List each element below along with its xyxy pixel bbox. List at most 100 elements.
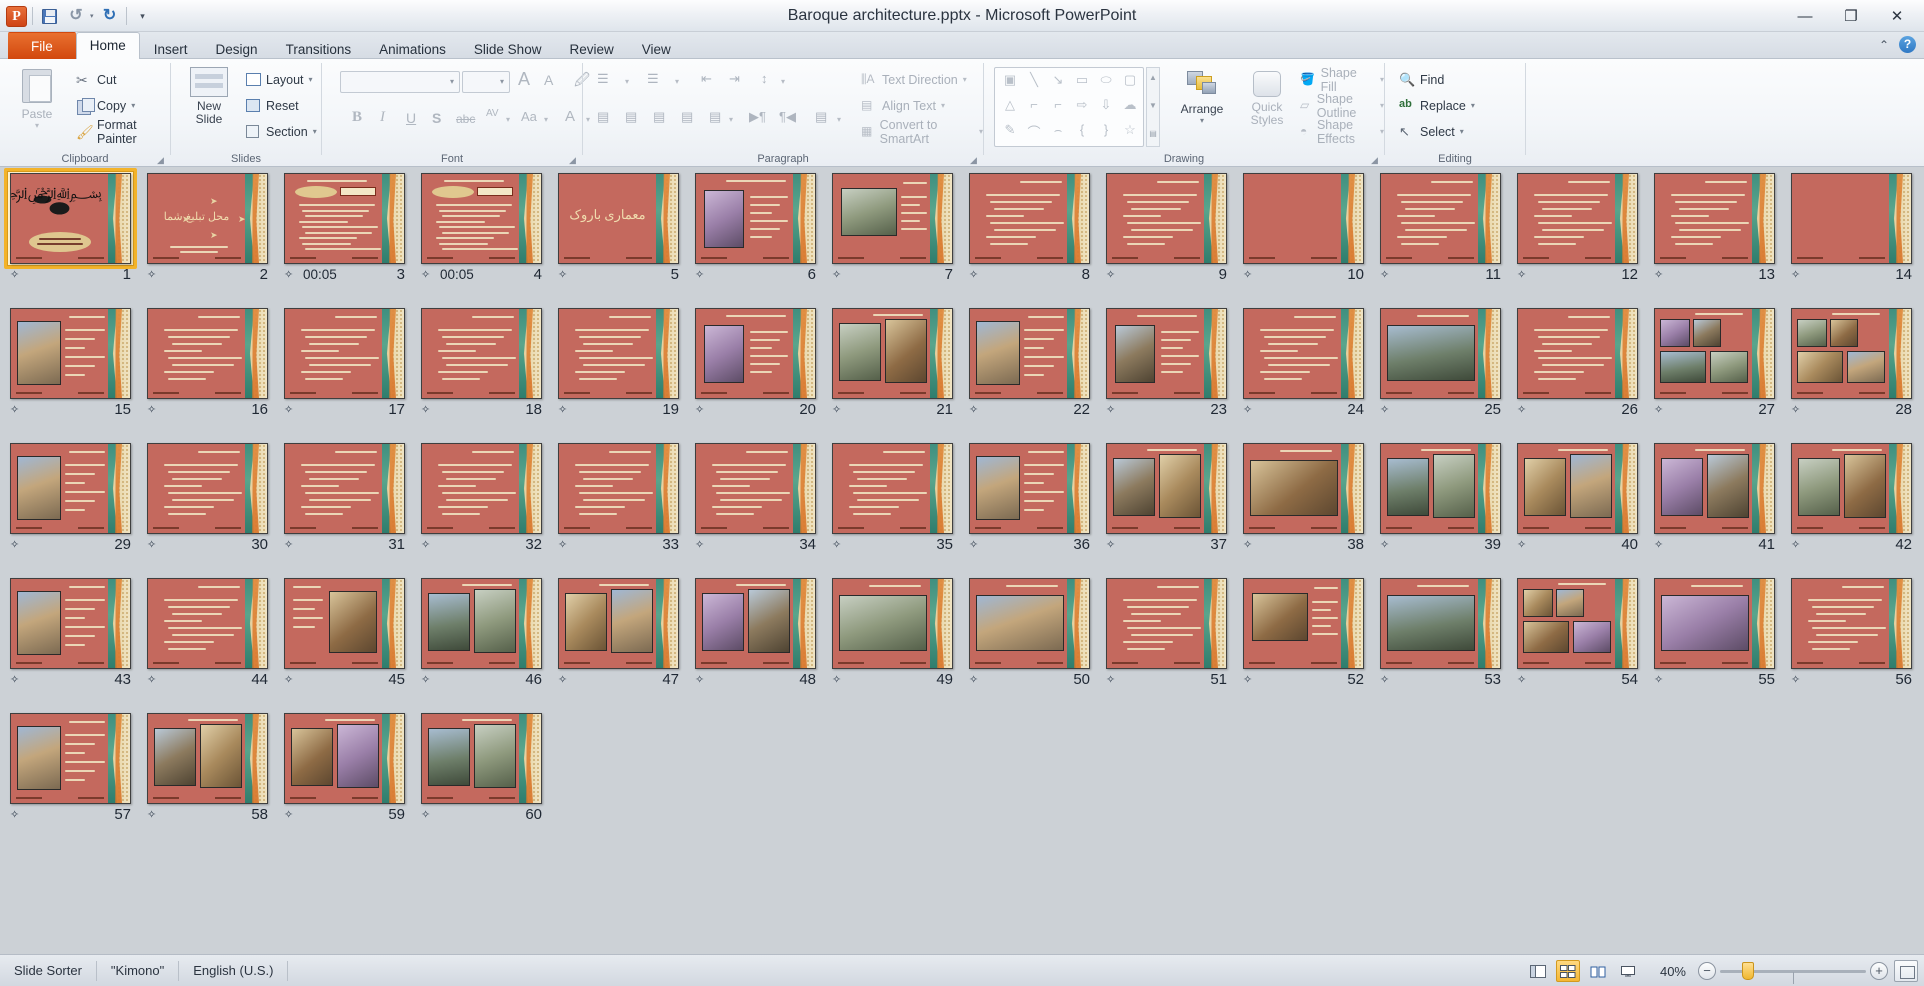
slide-thumbnail[interactable] bbox=[1243, 308, 1364, 399]
paste-dropdown-icon[interactable]: ▾ bbox=[6, 121, 68, 130]
slide-thumbnail[interactable] bbox=[1654, 443, 1775, 534]
shape-down-arrow-icon[interactable]: ⇩ bbox=[1095, 97, 1117, 113]
font-name-dropdown-icon[interactable]: ▾ bbox=[450, 77, 454, 86]
slide-cell[interactable]: ✧ 14 bbox=[1783, 173, 1920, 308]
slide-cell[interactable]: ✧ 10 bbox=[1235, 173, 1372, 308]
transition-star-icon[interactable]: ✧ bbox=[969, 674, 985, 687]
columns-dropdown-icon[interactable]: ▾ bbox=[729, 115, 733, 124]
slide-cell[interactable]: ✧ 60 bbox=[413, 713, 550, 848]
slide-thumbnail[interactable] bbox=[147, 308, 268, 399]
transition-star-icon[interactable]: ✧ bbox=[558, 539, 574, 552]
slide-sorter-canvas[interactable]: ﷽✧1محل تبلیغ شما➤➤➤➤✧2✧00:053✧00:054معما… bbox=[0, 167, 1924, 954]
copy-dropdown-icon[interactable]: ▾ bbox=[131, 101, 135, 110]
line-spacing-button[interactable]: ↕ bbox=[761, 71, 768, 86]
character-spacing-button[interactable]: AV bbox=[486, 108, 499, 119]
slide-thumbnail[interactable] bbox=[10, 443, 131, 534]
slide-cell[interactable]: ✧ 28 bbox=[1783, 308, 1920, 443]
zoom-in-button[interactable]: + bbox=[1870, 962, 1888, 980]
slide-cell[interactable]: ✧ 27 bbox=[1646, 308, 1783, 443]
tab-animations[interactable]: Animations bbox=[365, 36, 460, 61]
slide-cell[interactable]: ﷽✧1 bbox=[2, 168, 139, 308]
transition-star-icon[interactable]: ✧ bbox=[969, 539, 985, 552]
slide-thumbnail[interactable] bbox=[695, 308, 816, 399]
section-button[interactable]: Section ▾ bbox=[245, 121, 317, 142]
slide-thumbnail[interactable] bbox=[1380, 308, 1501, 399]
transition-star-icon[interactable]: ✧ bbox=[284, 809, 300, 822]
section-dropdown-icon[interactable]: ▾ bbox=[313, 127, 317, 136]
font-color-button[interactable]: A bbox=[565, 108, 575, 125]
transition-star-icon[interactable]: ✧ bbox=[1243, 269, 1259, 282]
font-size-input[interactable]: ▾ bbox=[462, 71, 510, 93]
minimize-button[interactable]: — bbox=[1782, 2, 1828, 30]
theme-name-label[interactable]: "Kimono" bbox=[97, 961, 180, 981]
clipboard-dialog-launcher[interactable]: ◢ bbox=[157, 155, 166, 165]
transition-star-icon[interactable]: ✧ bbox=[695, 674, 711, 687]
slide-thumbnail[interactable] bbox=[1243, 173, 1364, 264]
slide-cell[interactable]: ✧ 38 bbox=[1235, 443, 1372, 578]
transition-star-icon[interactable]: ✧ bbox=[147, 404, 163, 417]
transition-star-icon[interactable]: ✧ bbox=[558, 404, 574, 417]
transition-star-icon[interactable]: ✧ bbox=[969, 269, 985, 282]
slide-show-view-button[interactable] bbox=[1616, 960, 1640, 982]
shape-triangle-icon[interactable]: △ bbox=[999, 97, 1021, 113]
italic-button[interactable]: I bbox=[380, 109, 385, 126]
transition-star-icon[interactable]: ✧ bbox=[1517, 404, 1533, 417]
slide-cell[interactable]: ✧ 42 bbox=[1783, 443, 1920, 578]
shape-effects-button[interactable]: ◓ Shape Effects ▾ bbox=[1300, 118, 1384, 146]
slide-thumbnail[interactable] bbox=[1791, 308, 1912, 399]
font-name-input[interactable]: ▾ bbox=[340, 71, 460, 93]
transition-star-icon[interactable]: ✧ bbox=[1106, 674, 1122, 687]
zoom-slider-handle[interactable] bbox=[1742, 962, 1754, 980]
tab-review[interactable]: Review bbox=[555, 36, 627, 61]
text-shadow-button[interactable]: S bbox=[432, 110, 441, 126]
slide-cell[interactable]: ✧ 9 bbox=[1098, 173, 1235, 308]
slide-thumbnail[interactable] bbox=[421, 443, 542, 534]
slide-cell[interactable]: ✧ 32 bbox=[413, 443, 550, 578]
fit-slide-to-window-button[interactable] bbox=[1894, 960, 1918, 982]
slide-cell[interactable]: ✧ 41 bbox=[1646, 443, 1783, 578]
slide-thumbnail[interactable] bbox=[832, 443, 953, 534]
slide-cell[interactable]: ✧ 40 bbox=[1509, 443, 1646, 578]
align-left-button[interactable]: ▤ bbox=[597, 109, 609, 125]
shape-line-icon[interactable]: ╲ bbox=[1023, 72, 1045, 88]
transition-star-icon[interactable]: ✧ bbox=[1654, 539, 1670, 552]
slide-cell[interactable]: ✧ 26 bbox=[1509, 308, 1646, 443]
slide-thumbnail[interactable] bbox=[969, 308, 1090, 399]
slide-thumbnail[interactable] bbox=[695, 578, 816, 669]
transition-star-icon[interactable]: ✧ bbox=[832, 404, 848, 417]
slide-thumbnail[interactable] bbox=[969, 578, 1090, 669]
transition-star-icon[interactable]: ✧ bbox=[10, 539, 26, 552]
shape-textbox-icon[interactable]: ▣ bbox=[999, 72, 1021, 88]
columns-button[interactable]: ▤ bbox=[709, 109, 721, 125]
slide-thumbnail[interactable] bbox=[284, 713, 405, 804]
shape-rectangle-icon[interactable]: ▭ bbox=[1071, 72, 1093, 88]
slide-cell[interactable]: ✧ 52 bbox=[1235, 578, 1372, 713]
text-direction-button[interactable]: ⫼A Text Direction ▾ bbox=[861, 69, 967, 90]
slide-thumbnail[interactable]: محل تبلیغ شما ➤ ➤ ➤ ➤ bbox=[147, 173, 268, 264]
shape-right-brace-icon[interactable]: } bbox=[1095, 122, 1117, 137]
slide-thumbnail[interactable] bbox=[1654, 308, 1775, 399]
bold-button[interactable]: B bbox=[352, 109, 362, 126]
slide-thumbnail[interactable] bbox=[695, 173, 816, 264]
slide-thumbnail[interactable] bbox=[558, 578, 679, 669]
transition-star-icon[interactable]: ✧ bbox=[1654, 674, 1670, 687]
slide-thumbnail[interactable] bbox=[421, 578, 542, 669]
transition-star-icon[interactable]: ✧ bbox=[1243, 404, 1259, 417]
slide-cell[interactable]: محل تبلیغ شما ➤ ➤ ➤ ➤ ✧ 2 bbox=[139, 173, 276, 308]
slide-cell[interactable]: ✧ 31 bbox=[276, 443, 413, 578]
slide-cell[interactable]: ✧ 54 bbox=[1509, 578, 1646, 713]
arrange-button[interactable]: Arrange ▾ bbox=[1170, 71, 1234, 125]
shape-outline-button[interactable]: ▱ Shape Outline ▾ bbox=[1300, 92, 1384, 120]
align-text-dropdown-icon[interactable]: ▾ bbox=[941, 101, 945, 110]
transition-star-icon[interactable]: ✧ bbox=[832, 539, 848, 552]
slide-thumbnail[interactable] bbox=[1380, 578, 1501, 669]
bullets-dropdown-icon[interactable]: ▾ bbox=[625, 77, 629, 86]
slide-thumbnail[interactable] bbox=[284, 173, 405, 264]
transition-star-icon[interactable]: ✧ bbox=[1106, 269, 1122, 282]
slide-cell[interactable]: ✧ 25 bbox=[1372, 308, 1509, 443]
arrange-dropdown-icon[interactable]: ▾ bbox=[1170, 116, 1234, 125]
select-button[interactable]: ↖ Select ▾ bbox=[1399, 121, 1464, 142]
slide-cell[interactable]: ✧ 18 bbox=[413, 308, 550, 443]
align-center-button[interactable]: ▤ bbox=[625, 109, 637, 125]
slide-cell[interactable]: ✧ 21 bbox=[824, 308, 961, 443]
